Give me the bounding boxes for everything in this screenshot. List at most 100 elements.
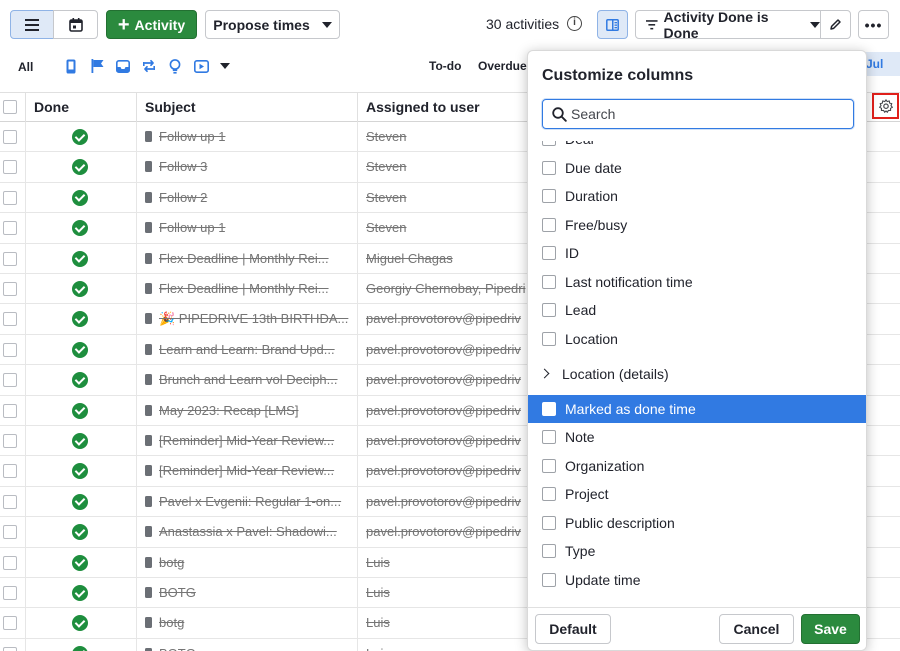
edit-filter-button[interactable]	[820, 10, 851, 39]
check-circle-icon[interactable]	[72, 463, 88, 480]
filter-button[interactable]: Activity Done is Done	[635, 9, 821, 41]
subject-cell[interactable]: Flex Deadline | Monthly Rei...	[136, 274, 357, 304]
column-option-last-notification-time[interactable]: Last notification time	[528, 268, 866, 296]
subject-cell[interactable]: BOTG	[136, 638, 357, 651]
subject-cell[interactable]: botg	[136, 547, 357, 578]
column-checkbox[interactable]	[542, 160, 556, 175]
column-option-id[interactable]: ID	[528, 239, 866, 267]
subject-cell[interactable]: Pavel x Evgenii: Regular 1-on...	[136, 486, 357, 517]
check-circle-icon[interactable]	[72, 585, 88, 601]
subject-cell[interactable]: Learn and Learn: Brand Upd...	[136, 334, 357, 365]
select-all-checkbox[interactable]	[3, 100, 17, 114]
filter-type-deadline[interactable]	[84, 54, 110, 78]
row-checkbox[interactable]	[3, 312, 17, 327]
subject-cell[interactable]: [Reminder] Mid-Year Review...	[136, 426, 357, 456]
subject-cell[interactable]: BOTG	[136, 578, 357, 608]
check-circle-icon[interactable]	[72, 402, 88, 419]
subject-cell[interactable]: botg	[136, 608, 357, 639]
check-circle-icon[interactable]	[72, 645, 88, 651]
row-checkbox[interactable]	[3, 555, 17, 570]
column-header-subject[interactable]: Subject	[136, 93, 357, 122]
filter-type-meeting[interactable]	[188, 54, 214, 78]
subject-cell[interactable]: Follow 2	[136, 182, 357, 213]
check-circle-icon[interactable]	[72, 159, 88, 176]
column-option-free-busy[interactable]: Free/busy	[528, 211, 866, 239]
list-view-button[interactable]	[10, 10, 54, 39]
subject-cell[interactable]: Follow 3	[136, 152, 357, 183]
column-option-project[interactable]: Project	[528, 480, 866, 508]
subject-cell[interactable]: Anastassia x Pavel: Shadowi...	[136, 517, 357, 548]
row-checkbox[interactable]	[3, 586, 17, 600]
subject-cell[interactable]: [Reminder] Mid-Year Review...	[136, 456, 357, 487]
row-checkbox[interactable]	[3, 494, 17, 509]
cancel-button[interactable]: Cancel	[719, 614, 794, 644]
column-checkbox[interactable]	[542, 217, 556, 232]
check-circle-icon[interactable]	[72, 341, 88, 358]
row-checkbox[interactable]	[3, 646, 17, 651]
column-option-marked-as-done-time[interactable]: Marked as done time	[528, 394, 866, 423]
info-icon[interactable]: i	[567, 16, 582, 31]
row-checkbox[interactable]	[3, 130, 17, 144]
column-checkbox[interactable]	[542, 189, 556, 203]
column-option-public-description[interactable]: Public description	[528, 509, 866, 537]
row-checkbox[interactable]	[3, 190, 17, 205]
subject-cell[interactable]: Flex Deadline | Monthly Rei...	[136, 243, 357, 274]
row-checkbox[interactable]	[3, 221, 17, 236]
column-option-type[interactable]: Type	[528, 537, 866, 565]
column-option-due-date[interactable]: Due date	[528, 154, 866, 182]
row-checkbox[interactable]	[3, 616, 17, 631]
check-circle-icon[interactable]	[72, 372, 88, 389]
column-layout-button[interactable]	[597, 10, 628, 39]
save-button[interactable]: Save	[801, 614, 860, 644]
column-search[interactable]	[542, 99, 854, 129]
row-checkbox[interactable]	[3, 464, 17, 479]
column-option-update-time[interactable]: Update time	[528, 566, 866, 594]
column-checkbox[interactable]	[542, 246, 556, 260]
filter-type-sync[interactable]	[136, 54, 162, 78]
check-circle-icon[interactable]	[72, 281, 88, 297]
default-button[interactable]: Default	[535, 614, 611, 644]
column-checkbox[interactable]	[542, 274, 556, 289]
column-option-organization[interactable]: Organization	[528, 452, 866, 480]
subject-cell[interactable]: May 2023: Recap [LMS]	[136, 395, 357, 426]
column-option-location[interactable]: Location	[528, 325, 866, 353]
row-checkbox[interactable]	[3, 160, 17, 175]
check-circle-icon[interactable]	[72, 524, 88, 541]
subject-cell[interactable]: 🎉 PIPEDRIVE 13th BIRTHDA...	[136, 304, 357, 335]
check-circle-icon[interactable]	[72, 129, 88, 145]
check-circle-icon[interactable]	[72, 250, 88, 267]
filter-type-task[interactable]	[110, 54, 136, 78]
column-checkbox[interactable]	[542, 572, 556, 587]
check-circle-icon[interactable]	[72, 189, 88, 206]
propose-times-button[interactable]: Propose times	[205, 10, 340, 39]
column-checkbox[interactable]	[542, 515, 556, 530]
calendar-view-button[interactable]	[53, 10, 98, 39]
row-checkbox[interactable]	[3, 373, 17, 388]
column-option-duration[interactable]: Duration	[528, 182, 866, 210]
column-checkbox[interactable]	[542, 141, 556, 146]
column-option-note[interactable]: Note	[528, 423, 866, 451]
column-checkbox[interactable]	[542, 458, 556, 473]
column-header-done[interactable]: Done	[25, 93, 136, 122]
filter-type-call[interactable]	[58, 54, 84, 78]
row-checkbox[interactable]	[3, 282, 17, 296]
filter-all[interactable]: All	[18, 60, 33, 74]
column-option-location-details[interactable]: Location (details)	[528, 360, 866, 388]
column-checkbox[interactable]	[542, 303, 556, 317]
check-circle-icon[interactable]	[72, 433, 88, 449]
filter-type-idea[interactable]	[162, 54, 188, 78]
column-option-deal[interactable]: Deal	[528, 141, 866, 153]
check-circle-icon[interactable]	[72, 615, 88, 632]
row-checkbox[interactable]	[3, 342, 17, 357]
add-activity-button[interactable]: + Activity	[106, 10, 197, 39]
subject-cell[interactable]: Brunch and Learn vol Deciph...	[136, 365, 357, 396]
filter-overdue[interactable]: Overdue	[478, 59, 527, 73]
more-types-caret-icon[interactable]	[220, 63, 230, 69]
subject-cell[interactable]: Follow up 1	[136, 213, 357, 244]
column-settings-button[interactable]	[872, 93, 899, 119]
row-checkbox[interactable]	[3, 251, 17, 266]
column-checkbox[interactable]	[542, 331, 556, 346]
row-checkbox[interactable]	[3, 434, 17, 448]
search-input[interactable]	[571, 104, 841, 124]
row-checkbox[interactable]	[3, 403, 17, 418]
